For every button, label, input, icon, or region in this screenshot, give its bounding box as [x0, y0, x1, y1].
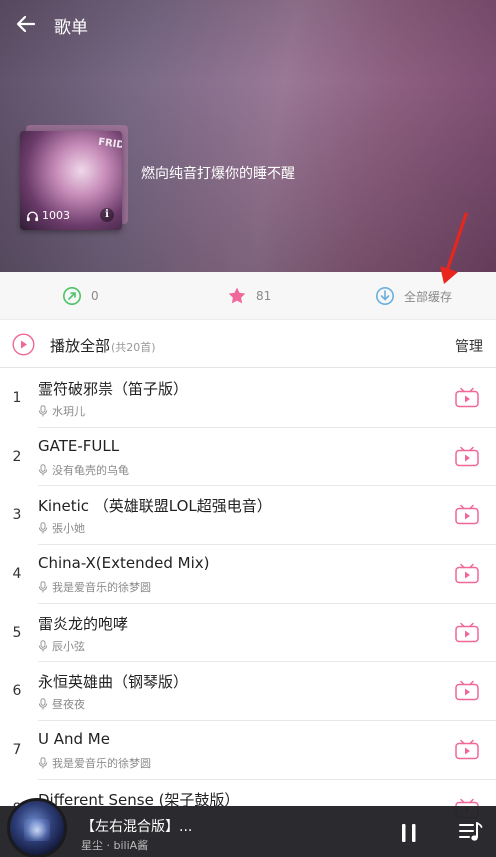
track-index: 6 — [12, 683, 22, 700]
favorite-button[interactable]: 81 — [227, 272, 271, 320]
track-title: GATE-FULL — [38, 436, 120, 455]
page-title: 歌单 — [54, 18, 88, 38]
action-bar: 0 81 全部缓存 — [0, 272, 496, 320]
track-title: 永恒英雄曲（钢琴版） — [38, 673, 189, 692]
track-artist: 辰小弦 — [38, 638, 85, 654]
mv-icon[interactable] — [455, 622, 479, 643]
cover-art-text: FRIDA — [97, 136, 122, 153]
share-icon — [63, 287, 81, 305]
list-item[interactable]: 2 GATE-FULL 没有龟壳的乌龟 — [0, 428, 496, 487]
favorite-count: 81 — [256, 289, 272, 303]
download-all-label: 全部缓存 — [404, 289, 453, 304]
list-item[interactable]: 1 霊符破邪祟（笛子版） 水玥儿 — [0, 369, 496, 428]
share-count: 0 — [91, 289, 99, 303]
list-item[interactable]: 5 雷炎龙的咆哮 辰小弦 — [0, 604, 496, 663]
mic-icon — [38, 698, 48, 710]
share-button[interactable]: 0 — [62, 272, 99, 320]
track-artist: 我是爱音乐的徐梦圆 — [38, 755, 151, 771]
track-artist: 張小她 — [38, 520, 85, 536]
now-playing-title: 【左右混合版】... — [81, 819, 193, 835]
track-title: U And Me — [38, 730, 110, 749]
play-all-bar[interactable]: 播放全部(共20首) 管理 — [0, 320, 496, 368]
track-artist: 昼夜夜 — [38, 696, 85, 712]
play-count: 1003 — [26, 209, 70, 222]
download-icon — [376, 287, 394, 305]
mv-icon[interactable] — [455, 504, 479, 525]
playlist-cover[interactable]: FRIDA 1003 i — [20, 131, 122, 230]
mv-icon[interactable] — [455, 563, 479, 584]
play-circle-icon[interactable] — [12, 333, 35, 356]
now-playing-cover[interactable] — [7, 798, 67, 857]
mv-icon[interactable] — [455, 387, 479, 408]
playlist-queue-icon[interactable] — [458, 820, 484, 844]
song-list: 1 霊符破邪祟（笛子版） 水玥儿 2 GATE-FULL 没有龟壳的乌龟 3 K… — [0, 369, 496, 839]
now-playing-artist: 星尘 · biliA酱 — [81, 839, 149, 852]
star-icon — [228, 287, 246, 304]
mic-icon — [38, 639, 48, 652]
top-bar: 歌单 — [0, 0, 496, 48]
mic-icon — [38, 757, 48, 769]
back-arrow-icon[interactable] — [14, 12, 38, 36]
headphone-icon — [26, 211, 39, 221]
list-item[interactable]: 7 U And Me 我是爱音乐的徐梦圆 — [0, 721, 496, 780]
track-artist: 我是爱音乐的徐梦圆 — [38, 579, 151, 595]
list-item[interactable]: 3 Kinetic （英雄联盟LOL超强电音） 張小她 — [0, 486, 496, 546]
mic-icon — [38, 522, 48, 534]
pause-icon[interactable] — [399, 822, 419, 844]
mini-player[interactable]: 【左右混合版】... 星尘 · biliA酱 — [0, 798, 496, 857]
list-item[interactable]: 4 China-X(Extended Mix) 我是爱音乐的徐梦圆 — [0, 545, 496, 604]
playlist-name: 燃向纯音打爆你的睡不醒 — [141, 166, 295, 182]
track-title: China-X(Extended Mix) — [38, 554, 210, 573]
mv-icon[interactable] — [455, 446, 479, 467]
track-index: 4 — [12, 566, 22, 583]
mv-icon[interactable] — [455, 739, 479, 760]
play-count-value: 1003 — [42, 209, 70, 222]
track-title: 霊符破邪祟（笛子版） — [38, 380, 189, 398]
mic-icon — [38, 463, 48, 476]
play-all-label[interactable]: 播放全部(共20首) — [50, 335, 156, 356]
annotation-arrow-icon — [440, 212, 468, 284]
track-index: 5 — [12, 624, 22, 641]
info-icon[interactable]: i — [100, 208, 114, 222]
track-index: 7 — [12, 742, 22, 759]
track-index: 1 — [12, 390, 22, 406]
list-item[interactable]: 6 永恒英雄曲（钢琴版） 昼夜夜 — [0, 662, 496, 722]
manage-button[interactable]: 管理 — [455, 336, 483, 356]
track-index: 2 — [12, 448, 22, 465]
track-title: Kinetic （英雄联盟LOL超强电音） — [38, 497, 272, 516]
track-artist: 没有龟壳的乌龟 — [38, 462, 129, 478]
mv-icon[interactable] — [455, 680, 479, 701]
song-count: (共20首) — [111, 341, 156, 354]
mic-icon — [38, 581, 48, 593]
track-title: 雷炎龙的咆哮 — [38, 614, 129, 633]
track-artist: 水玥儿 — [38, 403, 85, 419]
track-index: 3 — [12, 507, 22, 524]
mic-icon — [38, 405, 48, 417]
